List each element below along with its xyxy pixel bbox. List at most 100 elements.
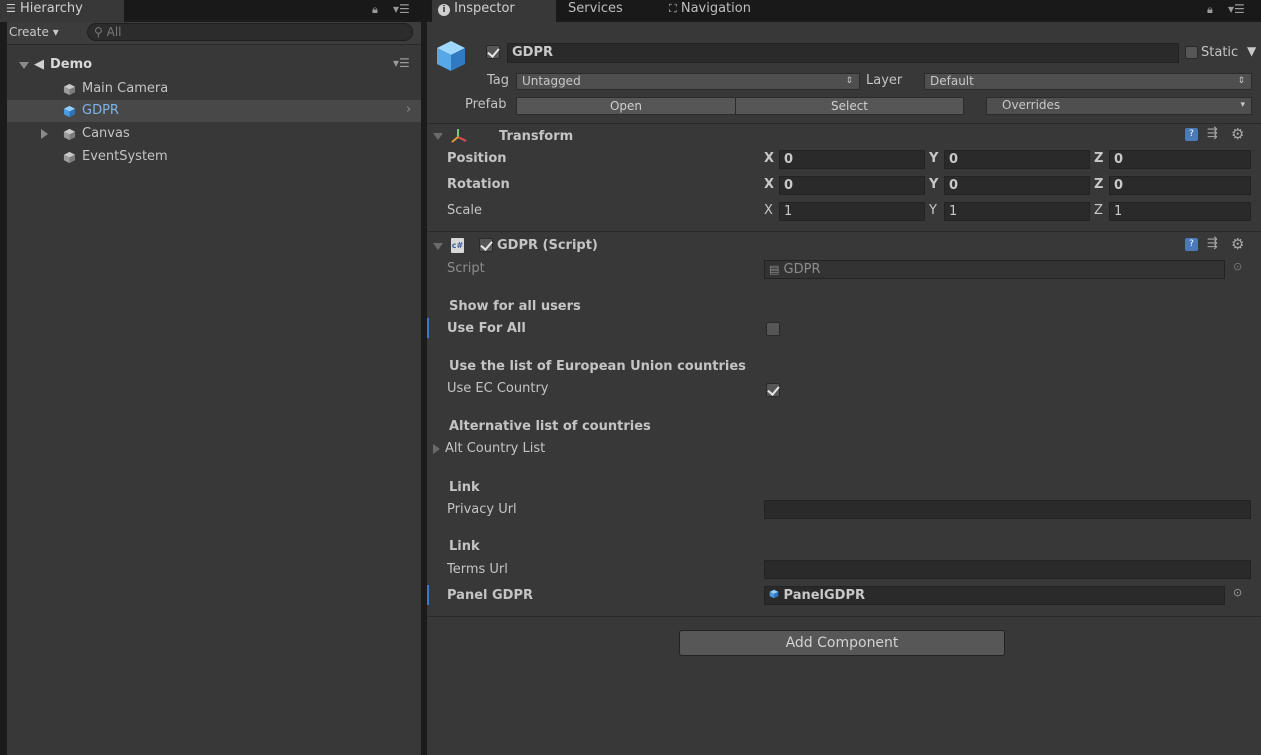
preset-icon[interactable]: ⇶ <box>1207 236 1218 251</box>
axis-x-label[interactable]: X <box>764 177 774 192</box>
create-label: Create <box>9 25 49 39</box>
tab-navigation[interactable]: ⛶ Navigation <box>663 0 757 22</box>
list-item-selected[interactable]: GDPR › <box>7 100 421 122</box>
axis-z-label[interactable]: Z <box>1094 177 1103 192</box>
transform-title: Transform <box>499 129 574 144</box>
list-item-label: Main Camera <box>82 81 169 96</box>
script-component-header[interactable]: c# GDPR (Script) ? ⇶ ⚙ <box>427 235 1261 257</box>
gameobject-cube-icon <box>63 128 76 141</box>
prefab-overrides-dropdown[interactable]: Overrides ▾ <box>986 97 1252 115</box>
gear-icon[interactable]: ⚙ <box>1231 125 1244 143</box>
use-for-all-checkbox[interactable] <box>766 322 780 336</box>
layer-dropdown[interactable]: Default ⇕ <box>924 73 1252 90</box>
static-dropdown-icon[interactable]: ▼ <box>1247 44 1256 58</box>
tab-services[interactable]: Services <box>562 0 629 22</box>
help-icon[interactable]: ? <box>1185 238 1198 251</box>
alt-country-list-foldout[interactable]: Alt Country List <box>427 440 827 460</box>
list-item-label: EventSystem <box>82 149 168 164</box>
transform-header[interactable]: Transform ? ⇶ ⚙ <box>427 125 1261 147</box>
rotation-x-field[interactable]: 0 <box>779 176 925 195</box>
navigation-icon: ⛶ <box>669 2 677 15</box>
dropdown-arrow-icon: ⇕ <box>845 76 853 86</box>
scale-z-field[interactable]: 1 <box>1109 202 1251 221</box>
tab-inspector-label: Inspector <box>454 1 515 16</box>
chevron-right-icon[interactable]: › <box>406 102 411 117</box>
expand-arrow-icon[interactable] <box>19 62 29 69</box>
object-picker-icon[interactable]: ⊙ <box>1233 260 1242 273</box>
inspector-lock-icon[interactable]: 🔒︎ <box>1207 3 1213 17</box>
use-ec-checkbox[interactable] <box>766 383 780 397</box>
terms-url-input[interactable] <box>764 560 1251 579</box>
position-x-field[interactable]: 0 <box>779 150 925 169</box>
expand-arrow-icon[interactable] <box>41 129 48 139</box>
tab-inspector[interactable]: i Inspector <box>432 0 556 22</box>
info-icon: i <box>438 4 450 16</box>
scene-menu-icon[interactable]: ▾☰ <box>393 56 410 70</box>
object-name-field[interactable]: GDPR <box>507 43 1179 63</box>
prefab-open-button[interactable]: Open <box>516 97 736 115</box>
panel-gdpr-field[interactable]: PanelGDPR <box>764 586 1225 605</box>
script-label: Script <box>447 261 485 276</box>
foldout-arrow-icon[interactable] <box>433 444 440 454</box>
axis-y-label[interactable]: Y <box>929 177 938 192</box>
rotation-z-field[interactable]: 0 <box>1109 176 1251 195</box>
axis-y-label[interactable]: Y <box>929 151 938 166</box>
lock-icon[interactable]: 🔒︎ <box>372 3 378 17</box>
scale-x-field[interactable]: 1 <box>779 202 925 221</box>
inspector-menu-icon[interactable]: ▾☰ <box>1228 2 1245 16</box>
list-item-label: Canvas <box>82 126 130 141</box>
inspector-panel: GDPR Static ▼ Tag Untagged ⇕ Layer Defau… <box>427 22 1261 755</box>
panel-gdpr-label: Panel GDPR <box>447 588 534 603</box>
list-item[interactable]: Main Camera <box>7 78 421 100</box>
add-component-button[interactable]: Add Component <box>679 630 1005 656</box>
list-item[interactable]: EventSystem <box>7 146 421 168</box>
axis-x-label[interactable]: X <box>764 151 774 166</box>
transform-axes-icon <box>451 129 467 143</box>
list-item[interactable]: Canvas <box>7 123 421 145</box>
script-field: ▤ GDPR <box>764 260 1225 279</box>
rotation-y-field[interactable]: 0 <box>944 176 1090 195</box>
gameobject-cube-icon <box>63 151 76 164</box>
prefab-select-button[interactable]: Select <box>735 97 964 115</box>
layer-value: Default <box>930 74 974 88</box>
tag-value: Untagged <box>522 74 581 88</box>
object-picker-icon[interactable]: ⊙ <box>1233 586 1242 599</box>
privacy-url-input[interactable] <box>764 500 1251 519</box>
scale-y-field[interactable]: 1 <box>944 202 1090 221</box>
alt-list-label: Alt Country List <box>445 441 546 456</box>
use-ec-label: Use EC Country <box>447 381 549 396</box>
modified-indicator <box>427 318 429 338</box>
hierarchy-panel: Create ▾ ⚲ All ◀ Demo ▾☰ Main Camera GDP… <box>7 22 421 755</box>
axis-z-label[interactable]: Z <box>1094 203 1103 218</box>
preset-icon[interactable]: ⇶ <box>1207 126 1218 141</box>
create-dropdown[interactable]: Create ▾ <box>9 25 59 39</box>
prefab-label: Prefab <box>465 97 507 112</box>
panel-gdpr-value: PanelGDPR <box>783 588 866 603</box>
active-checkbox[interactable] <box>486 45 500 59</box>
layer-label: Layer <box>866 73 903 88</box>
axis-z-label[interactable]: Z <box>1094 151 1103 166</box>
script-enabled-checkbox[interactable] <box>479 238 493 252</box>
scene-row[interactable]: ◀ Demo ▾☰ <box>7 55 421 77</box>
scale-label: Scale <box>447 203 482 218</box>
script-field-value: GDPR <box>783 262 821 277</box>
tab-services-label: Services <box>568 1 623 16</box>
header-alt-list: Alternative list of countries <box>449 419 651 434</box>
list-item-label: GDPR <box>82 103 119 118</box>
axis-x-label[interactable]: X <box>764 203 773 218</box>
terms-url-label: Terms Url <box>447 562 508 577</box>
hierarchy-tab[interactable]: ☰ Hierarchy <box>0 0 124 22</box>
position-y-field[interactable]: 0 <box>944 150 1090 169</box>
gear-icon[interactable]: ⚙ <box>1231 235 1244 253</box>
foldout-arrow-icon[interactable] <box>433 133 443 140</box>
help-icon[interactable]: ? <box>1185 128 1198 141</box>
position-z-field[interactable]: 0 <box>1109 150 1251 169</box>
foldout-arrow-icon[interactable] <box>433 243 443 250</box>
search-input[interactable]: ⚲ All <box>87 23 413 41</box>
tag-dropdown[interactable]: Untagged ⇕ <box>516 73 860 90</box>
axis-y-label[interactable]: Y <box>929 203 937 218</box>
rotation-label: Rotation <box>447 177 510 192</box>
static-checkbox[interactable] <box>1185 46 1198 59</box>
panel-menu-icon[interactable]: ▾☰ <box>393 2 410 16</box>
position-label: Position <box>447 151 507 166</box>
